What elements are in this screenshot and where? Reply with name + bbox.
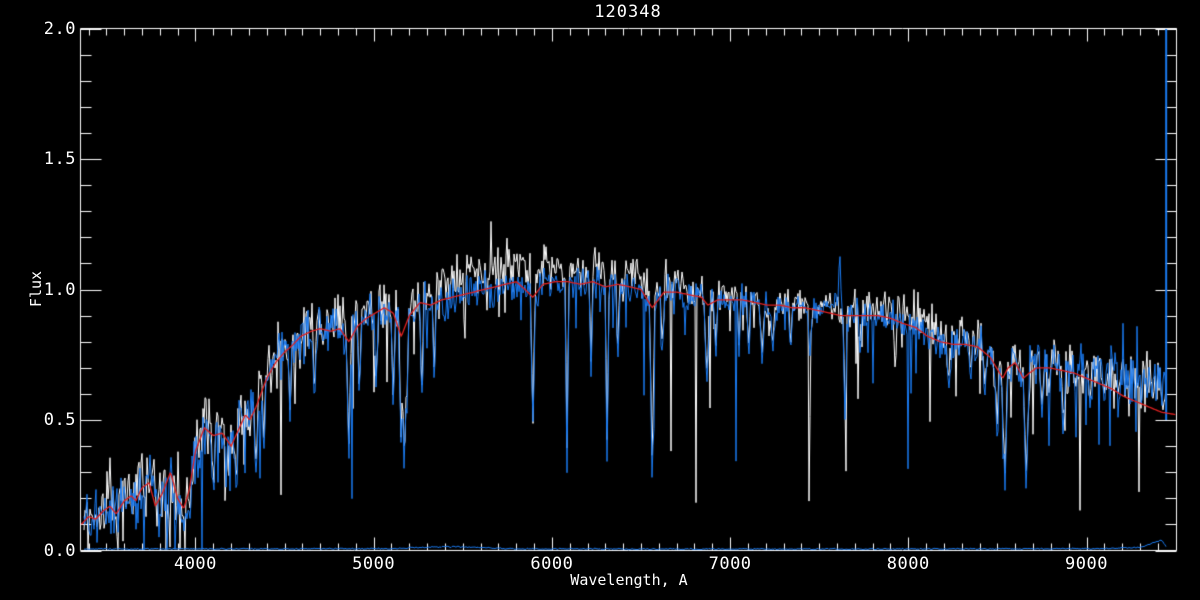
x-axis-label: Wavelength, A <box>570 571 688 589</box>
x-tick-label: 5000 <box>352 554 396 574</box>
y-tick-label: 1.0 <box>43 279 76 300</box>
x-tick-label: 6000 <box>530 554 574 574</box>
x-tick-label: 4000 <box>173 554 217 574</box>
y-tick-label: 2.0 <box>43 18 76 39</box>
y-tick-label: 0.5 <box>43 410 76 430</box>
y-tick-label: 1.5 <box>43 149 76 169</box>
x-tick-label: 7000 <box>708 554 752 574</box>
y-tick-label: 0.0 <box>43 540 76 561</box>
x-tick-label: 9000 <box>1065 554 1108 574</box>
plot-title: 120348 <box>594 2 662 22</box>
spectrum-plot-canvas <box>0 0 1200 600</box>
spectrum-figure: 120348 Flux Wavelength, A 4000 5000 6000 70… <box>0 0 1200 600</box>
x-tick-label: 8000 <box>886 554 930 574</box>
